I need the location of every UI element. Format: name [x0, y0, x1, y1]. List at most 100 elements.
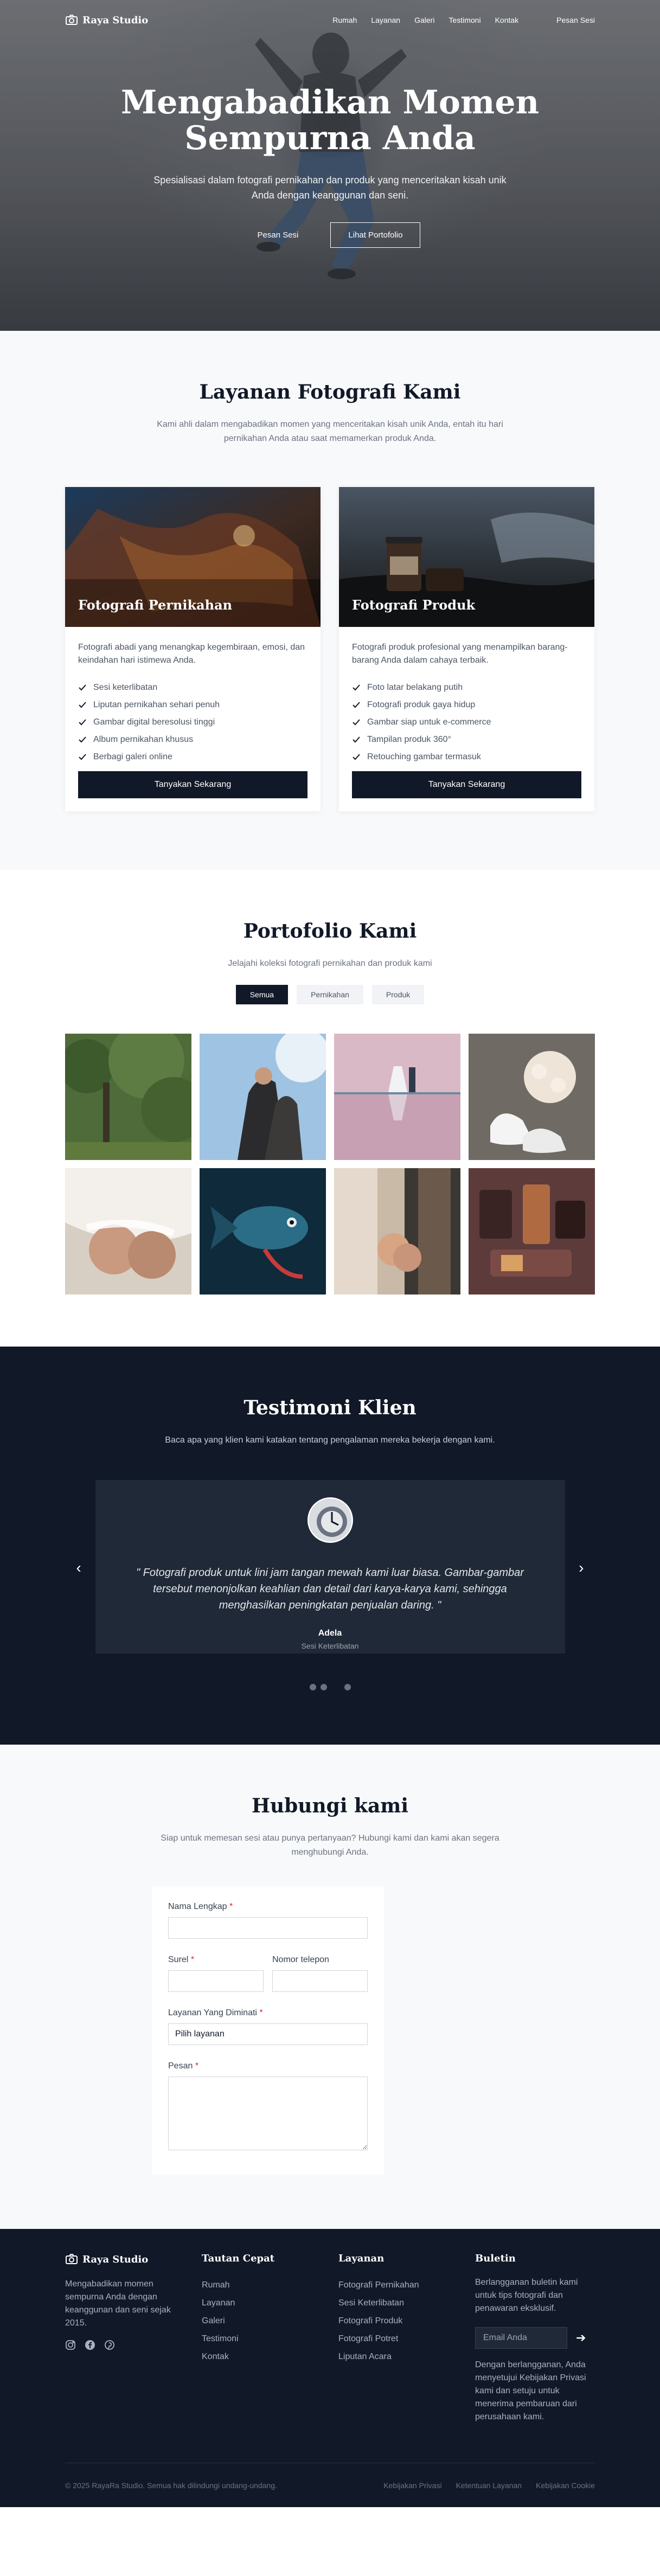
portfolio-filter-bar: Semua Pernikahan Produk: [65, 985, 595, 1004]
product-inquire-button[interactable]: Tanyakan Sekarang: [352, 771, 581, 798]
service-card-wedding: Fotografi Pernikahan Fotografi abadi yan…: [65, 487, 321, 811]
email-phone-row: Surel * Nomor telepon: [168, 1955, 368, 1992]
footer-link-gallery[interactable]: Galeri: [202, 2312, 322, 2330]
nav-link-services[interactable]: Layanan: [371, 16, 400, 24]
copyright: © 2025 RayaRa Studio. Semua hak dilindun…: [65, 2481, 277, 2490]
portfolio-title: Portofolio Kami: [243, 920, 417, 943]
cookie-policy-link[interactable]: Kebijakan Cookie: [536, 2481, 595, 2490]
newsletter-email-input[interactable]: [475, 2327, 567, 2349]
feature-label: Tampilan produk 360°: [367, 735, 451, 744]
filter-all-button[interactable]: Semua: [235, 985, 289, 1004]
service-card-product: Fotografi Produk Fotografi produk profes…: [339, 487, 594, 811]
footer-service-link[interactable]: Sesi Keterlibatan: [338, 2294, 459, 2312]
list-item: Liputan pernikahan sehari penuh: [78, 696, 307, 714]
gallery-photo-cosmetics: [469, 1168, 595, 1295]
gallery-photo-beach-reflection: [334, 1034, 460, 1160]
testimonial-quote: " Fotografi produk untuk lini jam tangan…: [136, 1567, 524, 1611]
gallery-item[interactable]: [334, 1168, 460, 1295]
product-card-description: Fotografi produk profesional yang menamp…: [352, 643, 568, 665]
list-item: Retouching gambar termasuk: [352, 748, 581, 766]
social-links: [65, 2340, 185, 2350]
avatar-image: [309, 1499, 351, 1541]
testimonials-title: Testimoni Klien: [244, 1396, 416, 1419]
terms-of-service-link[interactable]: Ketentuan Layanan: [456, 2481, 522, 2490]
testimonials-section: Testimoni Klien Baca apa yang klien kami…: [0, 1347, 660, 1745]
gallery-item[interactable]: [65, 1168, 191, 1295]
footer-brand[interactable]: Raya Studio: [65, 2253, 185, 2266]
required-mark: *: [195, 2061, 199, 2071]
carousel-prev-button[interactable]: ‹: [76, 1559, 81, 1577]
carousel-dot-3[interactable]: [344, 1684, 351, 1690]
feature-label: Fotografi produk gaya hidup: [367, 700, 476, 709]
hero-title: Mengabadikan Momen Sempurna Anda: [120, 84, 540, 157]
footer-service-link[interactable]: Fotografi Produk: [338, 2312, 459, 2330]
wedding-card-description: Fotografi abadi yang menangkap kegembira…: [78, 643, 305, 665]
check-icon: [79, 754, 86, 760]
footer-service-link[interactable]: Liputan Acara: [338, 2348, 459, 2366]
book-session-button[interactable]: Pesan Sesi: [240, 222, 317, 248]
instagram-icon[interactable]: [65, 2340, 76, 2350]
phone-input[interactable]: [272, 1970, 368, 1992]
footer-service-link[interactable]: Fotografi Potret: [338, 2330, 459, 2348]
gallery-item[interactable]: [334, 1034, 460, 1160]
avatar: [307, 1497, 353, 1543]
footer-link-home[interactable]: Rumah: [202, 2276, 322, 2294]
carousel-dot-2[interactable]: [320, 1684, 327, 1690]
service-select[interactable]: Pilih layanan: [168, 2023, 368, 2045]
wedding-card-title: Fotografi Pernikahan: [78, 597, 233, 613]
gallery-item[interactable]: [65, 1034, 191, 1160]
nav-link-testimonials[interactable]: Testimoni: [448, 16, 480, 24]
nav-links: Rumah Layanan Galeri Testimoni Kontak: [332, 16, 518, 24]
feature-label: Berbagi galeri online: [93, 752, 172, 761]
gallery-item[interactable]: [200, 1168, 326, 1295]
footer-newsletter-col: Buletin Berlangganan buletin kami untuk …: [475, 2253, 595, 2424]
check-icon: [353, 719, 360, 726]
nav-book-session-button[interactable]: Pesan Sesi: [556, 16, 595, 24]
required-mark: *: [259, 2008, 263, 2017]
product-feature-list: Foto latar belakang putih Fotografi prod…: [352, 679, 581, 766]
footer-service-link[interactable]: Fotografi Pernikahan: [338, 2276, 459, 2294]
gallery-item[interactable]: [200, 1034, 326, 1160]
filter-wedding-button[interactable]: Pernikahan: [297, 985, 363, 1004]
services-section: Layanan Fotografi Kami Kami ahli dalam m…: [0, 331, 660, 870]
privacy-policy-link[interactable]: Kebijakan Privasi: [383, 2481, 441, 2490]
gallery-photo-rings: [334, 1168, 460, 1295]
footer: Raya Studio Mengabadikan momen sempurna …: [0, 2229, 660, 2507]
gallery-item[interactable]: [469, 1168, 595, 1295]
message-label-text: Pesan: [168, 2061, 193, 2071]
carousel-dot-1[interactable]: [309, 1684, 316, 1690]
nav-link-gallery[interactable]: Galeri: [414, 16, 434, 24]
footer-brand-name: Raya Studio: [82, 2253, 149, 2265]
brand-logo[interactable]: Raya Studio: [65, 14, 148, 27]
footer-link-services[interactable]: Layanan: [202, 2294, 322, 2312]
service-select-value: Pilih layanan: [175, 2029, 225, 2039]
pinterest-icon[interactable]: [104, 2340, 115, 2350]
facebook-icon[interactable]: [85, 2340, 95, 2350]
full-name-label-text: Nama Lengkap: [168, 1902, 227, 1911]
nav-link-home[interactable]: Rumah: [332, 16, 357, 24]
message-textarea[interactable]: [168, 2077, 368, 2150]
message-group: Pesan *: [168, 2061, 368, 2153]
gallery-item[interactable]: [469, 1034, 595, 1160]
footer-link-testimonials[interactable]: Testimoni: [202, 2330, 322, 2348]
quick-links-list: Rumah Layanan Galeri Testimoni Kontak: [202, 2276, 322, 2366]
services-title: Layanan Fotografi Kami: [199, 381, 461, 403]
footer-link-contact[interactable]: Kontak: [202, 2348, 322, 2366]
testimonial-author: Adela: [318, 1629, 342, 1638]
email-input[interactable]: [168, 1970, 264, 1992]
brand-name: Raya Studio: [82, 14, 149, 26]
view-portfolio-button[interactable]: Lihat Portofolio: [330, 222, 421, 248]
carousel-next-button[interactable]: ›: [579, 1559, 584, 1577]
full-name-input[interactable]: [168, 1917, 368, 1939]
testimonials-subtitle: Baca apa yang klien kami katakan tentang…: [165, 1436, 495, 1445]
message-label: Pesan *: [168, 2061, 368, 2071]
filter-product-button[interactable]: Produk: [371, 985, 425, 1004]
gallery-photo-fish: [200, 1168, 326, 1295]
wedding-inquire-button[interactable]: Tanyakan Sekarang: [78, 771, 307, 798]
contact-title: Hubungi kami: [251, 1795, 409, 1817]
phone-group: Nomor telepon: [272, 1955, 368, 1992]
newsletter-submit-button[interactable]: ➔: [576, 2331, 586, 2345]
nav-link-contact[interactable]: Kontak: [495, 16, 519, 24]
contact-form: Nama Lengkap * Surel * Nomor telepon Lay…: [152, 1887, 384, 2175]
camera-icon: [66, 15, 78, 25]
